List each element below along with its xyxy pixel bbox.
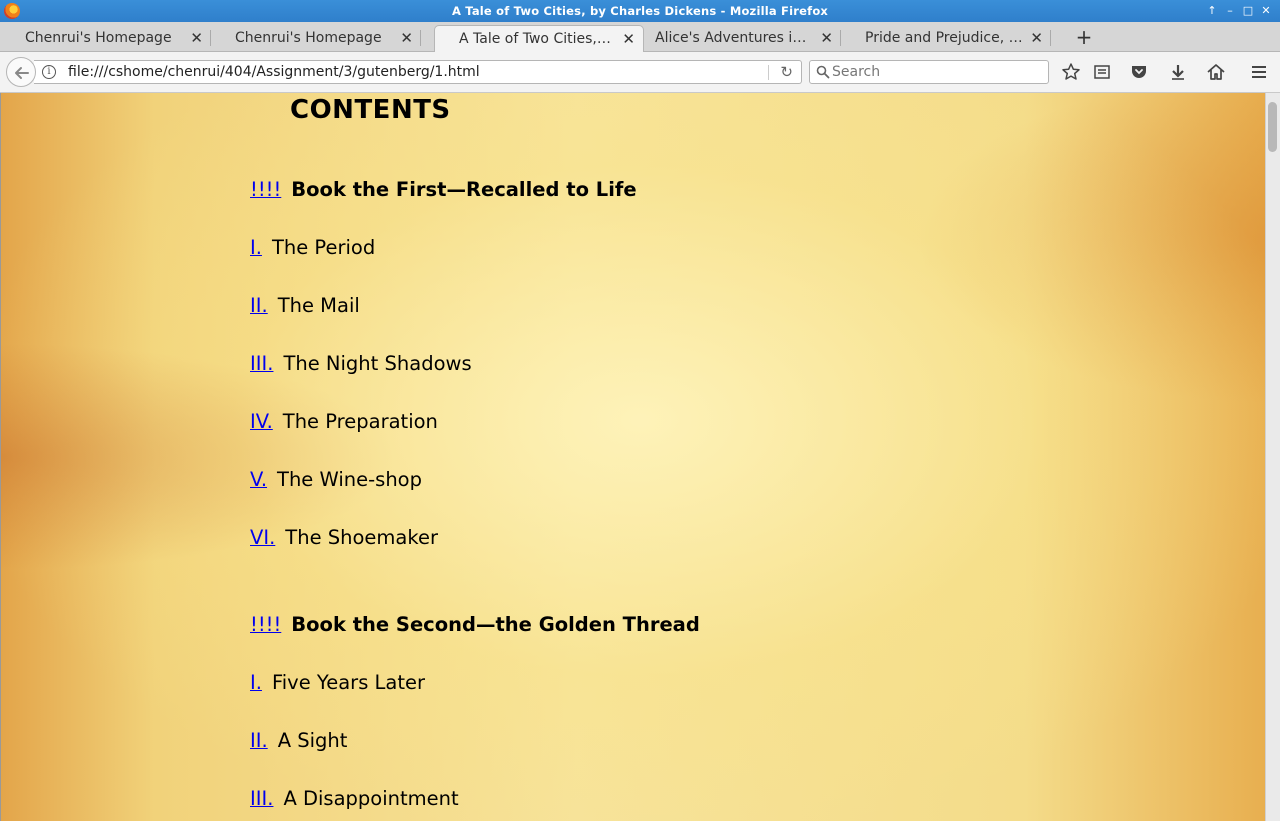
reload-icon[interactable]: ↻ [780,63,793,81]
tab-close-icon[interactable]: ✕ [400,25,413,51]
window-maximize-button[interactable]: □ [1240,3,1256,19]
tab-chenrui-homepage-2[interactable]: Chenrui's Homepage ✕ [211,25,421,52]
toc-title: The Shoemaker [285,526,438,549]
tab-tale-of-two-cities[interactable]: A Tale of Two Cities, by Charles Dickens… [434,25,644,52]
toc-title: Book the First—Recalled to Life [291,178,637,201]
bookmark-star-icon[interactable] [1061,62,1083,82]
toc-title: The Period [271,236,376,259]
tab-label: Chenrui's Homepage [25,30,172,46]
tab-label: Chenrui's Homepage [235,30,382,46]
tab-close-icon[interactable]: ✕ [1030,25,1043,51]
menu-hamburger-icon[interactable] [1249,62,1271,82]
toc-link[interactable]: I. [250,236,262,259]
tab-alices-adventures[interactable]: Alice's Adventures in Wonderland ✕ [631,25,841,52]
vertical-scrollbar[interactable] [1265,93,1280,821]
navigation-toolbar: i file:///cshome/chenrui/404/Assignment/… [0,52,1280,93]
toc-link[interactable]: !!!! [250,178,281,201]
toc-title: The Preparation [282,410,438,433]
downloads-icon[interactable] [1168,62,1190,82]
info-icon[interactable]: i [42,65,56,79]
toc-chapter-entry: I. Five Years Later [250,671,425,694]
window-minimize-button[interactable]: – [1222,3,1238,19]
url-text[interactable]: file:///cshome/chenrui/404/Assignment/3/… [68,64,480,80]
toc-chapter-entry: I. The Period [250,236,375,259]
page-content: CONTENTS !!!! Book the First—Recalled to … [0,93,1280,821]
toc-title: The Mail [277,294,360,317]
toc-chapter-entry: V. The Wine-shop [250,468,422,491]
toc-link[interactable]: IV. [250,410,273,433]
toc-title: Book the Second—the Golden Thread [291,613,700,636]
page-heading: CONTENTS [290,95,451,125]
toc-chapter-entry: II. A Sight [250,729,347,752]
toc-link[interactable]: II. [250,294,268,317]
toc-link[interactable]: I. [250,671,262,694]
new-tab-button[interactable]: + [1072,25,1096,49]
window-titlebar: A Tale of Two Cities, by Charles Dickens… [0,0,1280,22]
tab-pride-and-prejudice[interactable]: Pride and Prejudice, by Jane Austen ✕ [841,25,1051,52]
pocket-icon[interactable] [1129,62,1151,82]
window-keep-above-button[interactable]: ↑ [1204,3,1220,19]
toc-chapter-entry: III. A Disappointment [250,787,459,810]
toc-book-entry: !!!! Book the Second—the Golden Thread [250,613,700,636]
toc-link[interactable]: III. [250,787,273,810]
tab-close-icon[interactable]: ✕ [190,25,203,51]
toc-link[interactable]: V. [250,468,267,491]
toc-chapter-entry: IV. The Preparation [250,410,438,433]
toc-link[interactable]: II. [250,729,268,752]
toc-book-entry: !!!! Book the First—Recalled to Life [250,178,637,201]
url-bar[interactable]: i file:///cshome/chenrui/404/Assignment/… [34,60,802,84]
tab-chenrui-homepage-1[interactable]: Chenrui's Homepage ✕ [1,25,211,52]
toc-link[interactable]: VI. [250,526,275,549]
back-button[interactable] [6,57,36,87]
toc-title: A Disappointment [283,787,459,810]
toc-title: A Sight [277,729,348,752]
tab-label: Pride and Prejudice, by Jane Austen [865,30,1023,46]
toc-chapter-entry: III. The Night Shadows [250,352,472,375]
search-input[interactable] [832,63,1042,81]
tab-label: A Tale of Two Cities, by Charles Dickens [459,31,615,47]
tab-close-icon[interactable]: ✕ [820,25,833,51]
bookmarks-library-icon[interactable] [1092,62,1114,82]
search-icon [816,65,830,79]
toc-chapter-entry: VI. The Shoemaker [250,526,438,549]
toc-title: The Wine-shop [277,468,422,491]
toc-title: Five Years Later [271,671,426,694]
scrollbar-thumb[interactable] [1268,102,1277,152]
search-bar[interactable] [809,60,1049,84]
window-close-button[interactable]: ✕ [1258,3,1274,19]
home-icon[interactable] [1206,62,1228,82]
window-title: A Tale of Two Cities, by Charles Dickens… [451,4,829,18]
toc-link[interactable]: III. [250,352,273,375]
tab-label: Alice's Adventures in Wonderland [655,30,813,46]
back-arrow-icon [15,67,29,79]
toc-title: The Night Shadows [283,352,472,375]
toc-chapter-entry: II. The Mail [250,294,360,317]
url-divider [768,65,769,80]
toc-link[interactable]: !!!! [250,613,281,636]
